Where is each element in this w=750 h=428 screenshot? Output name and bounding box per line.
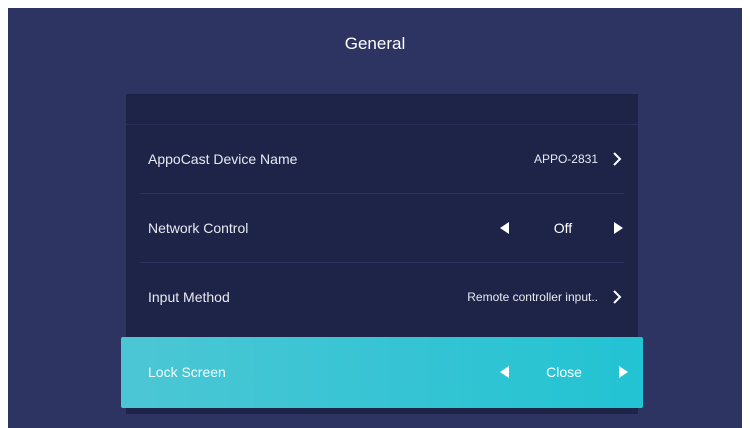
arrow-left-icon[interactable]: [500, 366, 509, 378]
setting-label: Network Control: [148, 220, 249, 236]
page-title: General: [344, 34, 406, 53]
setting-row-device-name[interactable]: AppoCast Device Name APPO-2831: [126, 125, 638, 194]
setting-value: Close: [546, 364, 582, 380]
setting-row-network-control[interactable]: Network Control Off: [126, 194, 638, 263]
setting-value: APPO-2831: [533, 152, 598, 166]
setting-label: Input Method: [148, 289, 230, 305]
chevron-right-icon[interactable]: [612, 290, 622, 304]
panel-header: [126, 94, 638, 125]
chevron-right-icon[interactable]: [612, 152, 622, 166]
setting-label: Lock Screen: [148, 364, 226, 380]
setting-value: Remote controller input..: [467, 290, 598, 304]
setting-row-lock-screen[interactable]: Lock Screen Close: [121, 337, 643, 408]
setting-value: Off: [553, 220, 573, 236]
setting-row-input-method[interactable]: Input Method Remote controller input..: [126, 263, 638, 332]
arrow-right-icon[interactable]: [619, 366, 628, 378]
arrow-right-icon[interactable]: [614, 222, 623, 234]
tv-settings-screen: General AppoCast Device Name APPO-2831 N…: [8, 8, 742, 428]
setting-label: AppoCast Device Name: [148, 151, 298, 167]
arrow-left-icon[interactable]: [500, 222, 509, 234]
